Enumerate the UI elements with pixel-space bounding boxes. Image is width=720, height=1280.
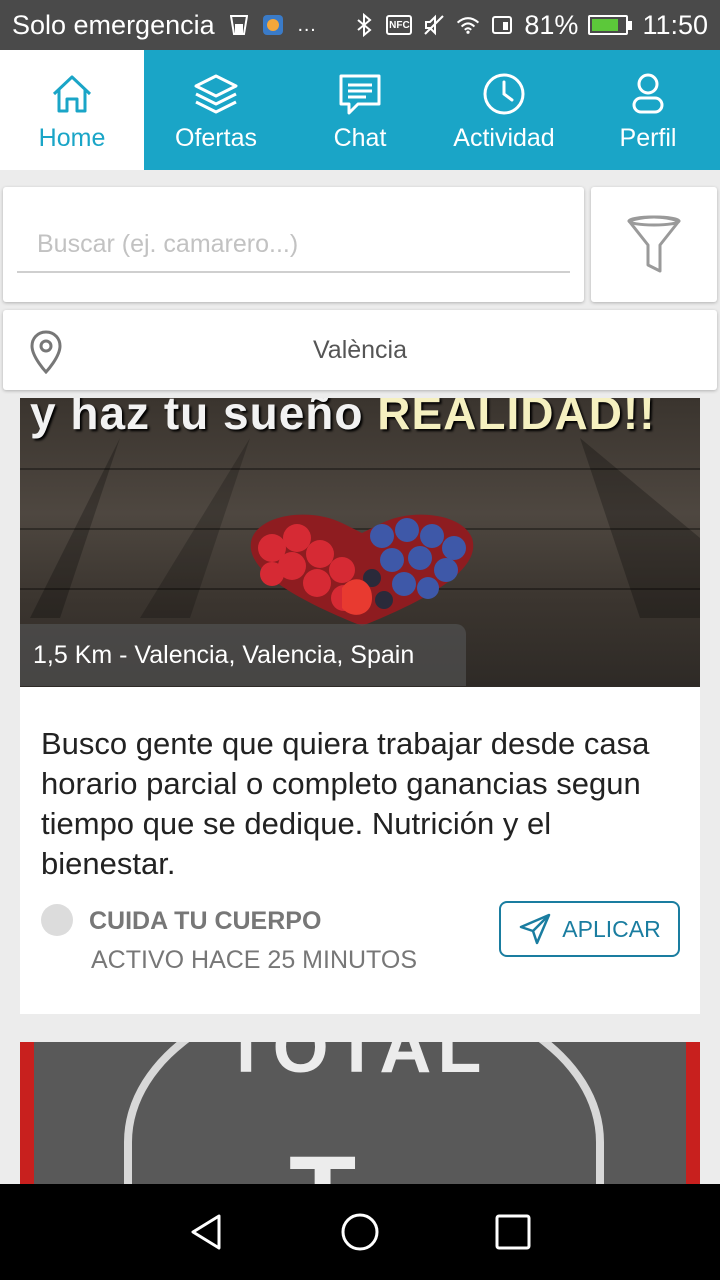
back-button[interactable] <box>177 1202 237 1262</box>
glass-icon <box>227 13 251 37</box>
battery-percent: 81% <box>524 9 579 40</box>
tab-ofertas-label: Ofertas <box>175 123 257 152</box>
tab-home[interactable]: Home <box>0 50 144 170</box>
tab-chat-label: Chat <box>333 123 387 152</box>
job-card[interactable]: TOTAL T <box>20 1042 700 1184</box>
recents-icon <box>495 1214 531 1250</box>
send-icon <box>520 913 551 945</box>
tab-home-label: Home <box>38 123 106 152</box>
company-avatar <box>41 904 73 936</box>
job-card[interactable]: y haz tu sueño REALIDAD!! 1,5 Km - Valen… <box>20 398 700 1014</box>
image-text: TOTAL <box>224 1042 488 1088</box>
search-input[interactable] <box>17 217 570 273</box>
data-saver-icon <box>490 13 514 37</box>
job-image: TOTAL T <box>34 1042 686 1184</box>
layers-icon <box>194 74 238 113</box>
image-headline: y haz tu sueño REALIDAD!! <box>30 398 656 440</box>
filter-icon <box>627 215 681 272</box>
activity-status: ACTIVO HACE 25 MINUTOS <box>91 946 417 974</box>
tab-perfil-label: Perfil <box>619 123 677 152</box>
home-circle-icon <box>341 1213 379 1251</box>
chat-icon <box>339 74 381 114</box>
home-icon <box>52 75 92 112</box>
wifi-icon <box>456 13 480 37</box>
mute-icon <box>422 13 446 37</box>
battery-icon <box>588 15 633 35</box>
nfc-icon: NFC <box>386 15 413 35</box>
home-button[interactable] <box>330 1202 390 1262</box>
search-card <box>3 187 584 302</box>
tab-actividad[interactable]: Actividad <box>432 50 576 170</box>
image-letter: T <box>289 1132 356 1184</box>
more-dots-icon: … <box>296 13 317 36</box>
bluetooth-icon <box>352 13 376 37</box>
apply-button-label: APLICAR <box>562 915 661 942</box>
app-notification-icon <box>261 13 285 37</box>
job-image: y haz tu sueño REALIDAD!! 1,5 Km - Valen… <box>20 398 700 687</box>
back-icon <box>191 1214 221 1250</box>
clock-icon <box>483 73 525 114</box>
status-bar: Solo emergencia … NFC 81% 11:50 <box>0 0 720 50</box>
location-label: València <box>312 336 408 364</box>
location-selector[interactable]: València <box>3 310 717 390</box>
clock-time: 11:50 <box>642 9 708 40</box>
company-name: CUIDA TU CUERPO <box>89 907 322 935</box>
image-headline-text: y haz tu sueño <box>30 398 378 439</box>
tab-ofertas[interactable]: Ofertas <box>144 50 288 170</box>
tab-actividad-label: Actividad <box>453 123 555 152</box>
notification-icons: … <box>227 13 353 37</box>
person-icon <box>632 73 664 113</box>
system-navigation-bar <box>0 1184 720 1280</box>
distance-label: 1,5 Km - Valencia, Valencia, Spain <box>20 624 466 686</box>
apply-button[interactable]: APLICAR <box>499 901 680 957</box>
carrier-label: Solo emergencia <box>12 9 215 40</box>
image-headline-highlight: REALIDAD!! <box>377 398 656 439</box>
berries-heart-image <box>250 514 474 626</box>
tab-chat[interactable]: Chat <box>288 50 432 170</box>
tab-perfil[interactable]: Perfil <box>576 50 720 170</box>
job-description: Busco gente que quiera trabajar desde ca… <box>41 726 650 881</box>
recents-button[interactable] <box>483 1202 543 1262</box>
system-icons: NFC 81% 11:50 <box>352 10 708 41</box>
filter-button[interactable] <box>591 187 717 302</box>
top-navigation: Home Ofertas Chat Actividad Perfil <box>0 50 720 170</box>
